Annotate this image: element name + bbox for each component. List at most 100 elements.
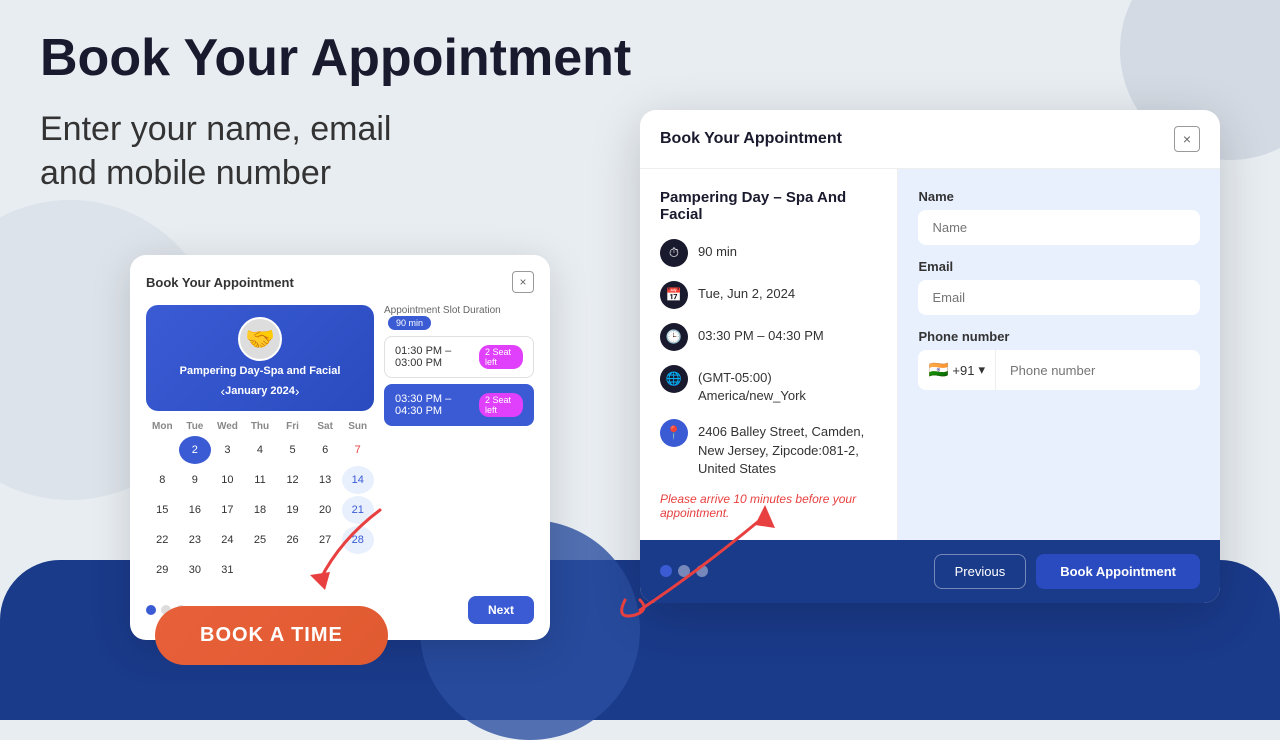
cal-week-5: 29 30 31 [146, 556, 374, 584]
name-label: Name [918, 189, 1200, 204]
cal-cell-24[interactable]: 24 [211, 526, 243, 554]
appointment-info-panel: Pampering Day – Spa And Facial ⏱ 90 min … [640, 169, 898, 540]
appt-date-text: Tue, Jun 2, 2024 [698, 281, 795, 303]
cal-cell-5[interactable]: 5 [277, 436, 309, 464]
next-button[interactable]: Next [468, 596, 534, 624]
name-input[interactable] [918, 210, 1200, 245]
cal-cell-16[interactable]: 16 [179, 496, 211, 524]
email-label: Email [918, 259, 1200, 274]
phone-label: Phone number [918, 329, 1200, 344]
cal-cell-15[interactable]: 15 [146, 496, 178, 524]
phone-form-group: Phone number 🇮🇳 +91 ▾ [918, 329, 1200, 390]
small-modal-content: 🤝 Pampering Day-Spa and Facial ‹ January… [146, 305, 534, 586]
time-slot-1-time: 01:30 PM – 03:00 PM [395, 345, 479, 369]
day-thu: Thu [244, 421, 277, 432]
time-slots-panel: Appointment Slot Duration 90 min 01:30 P… [384, 305, 534, 586]
day-sun: Sun [341, 421, 374, 432]
cal-cell-23[interactable]: 23 [179, 526, 211, 554]
appt-detail-location: 📍 2406 Balley Street, Camden, New Jersey… [660, 419, 877, 478]
large-modal-title: Book Your Appointment [660, 130, 842, 148]
appt-detail-time: 🕒 03:30 PM – 04:30 PM [660, 323, 877, 351]
footer-buttons: Previous Book Appointment [934, 554, 1200, 589]
calendar-month: January 2024 [225, 385, 295, 397]
small-modal: Book Your Appointment × 🤝 Pampering Day-… [130, 255, 550, 640]
large-modal: Book Your Appointment × Pampering Day – … [640, 110, 1220, 603]
time-icon: 🕒 [660, 323, 688, 351]
footer-pagination-dots [660, 565, 708, 577]
cal-cell-7[interactable]: 7 [342, 436, 374, 464]
time-slot-1[interactable]: 01:30 PM – 03:00 PM 2 Seat left [384, 336, 534, 378]
cal-cell-27[interactable]: 27 [309, 526, 341, 554]
previous-button[interactable]: Previous [934, 554, 1027, 589]
cal-cell-28[interactable]: 28 [342, 526, 374, 554]
cal-cell-25[interactable]: 25 [244, 526, 276, 554]
footer-dot-3 [696, 565, 708, 577]
cal-cell-empty2 [277, 556, 309, 584]
location-icon: 📍 [660, 419, 688, 447]
large-modal-footer: Previous Book Appointment [640, 540, 1220, 603]
duration-icon: ⏱ [660, 239, 688, 267]
cal-cell-13[interactable]: 13 [309, 466, 341, 494]
time-slot-2[interactable]: 03:30 PM – 04:30 PM 2 Seat left [384, 384, 534, 426]
dropdown-arrow-icon: ▾ [978, 362, 985, 378]
appointment-service-title: Pampering Day – Spa And Facial [660, 189, 877, 223]
phone-input[interactable] [996, 353, 1200, 388]
cal-cell-20[interactable]: 20 [309, 496, 341, 524]
cal-week-2: 8 9 10 11 12 13 14 [146, 466, 374, 494]
book-time-button[interactable]: BOOK A TIME [155, 606, 388, 665]
cal-cell-29[interactable]: 29 [146, 556, 178, 584]
cal-cell-18[interactable]: 18 [244, 496, 276, 524]
cal-cell-8[interactable]: 8 [146, 466, 178, 494]
small-modal-close-button[interactable]: × [512, 271, 534, 293]
appt-duration-text: 90 min [698, 239, 737, 261]
cal-cell-17[interactable]: 17 [211, 496, 243, 524]
cal-week-4: 22 23 24 25 26 27 28 [146, 526, 374, 554]
cal-cell-11[interactable]: 11 [244, 466, 276, 494]
cal-cell-6[interactable]: 6 [309, 436, 341, 464]
date-icon: 📅 [660, 281, 688, 309]
large-modal-body: Pampering Day – Spa And Facial ⏱ 90 min … [640, 169, 1220, 540]
cal-cell-19[interactable]: 19 [277, 496, 309, 524]
day-tue: Tue [179, 421, 212, 432]
appt-timezone-text: (GMT-05:00) America/new_York [698, 365, 877, 405]
calendar-nav: ‹ January 2024 › [220, 383, 299, 399]
cal-cell-9[interactable]: 9 [179, 466, 211, 494]
seat-badge-2: 2 Seat left [479, 393, 523, 417]
email-input[interactable] [918, 280, 1200, 315]
cal-cell-3[interactable]: 3 [211, 436, 243, 464]
calendar-day-names: Mon Tue Wed Thu Fri Sat Sun [146, 421, 374, 432]
cal-cell-31[interactable]: 31 [211, 556, 243, 584]
day-fri: Fri [276, 421, 309, 432]
avatar: 🤝 [238, 317, 282, 361]
cal-cell-21[interactable]: 21 [342, 496, 374, 524]
seat-badge-1: 2 Seat left [479, 345, 523, 369]
next-month-button[interactable]: › [295, 383, 300, 399]
cal-cell-10[interactable]: 10 [211, 466, 243, 494]
cal-cell-22[interactable]: 22 [146, 526, 178, 554]
left-section: Book Your Appointment Enter your name, e… [40, 30, 631, 196]
dot-1 [146, 605, 156, 615]
cal-cell-empty4 [342, 556, 374, 584]
main-title: Book Your Appointment [40, 30, 631, 87]
footer-dot-1 [660, 565, 672, 577]
cal-cell-4[interactable]: 4 [244, 436, 276, 464]
cal-cell-2[interactable]: 2 [179, 436, 211, 464]
appt-detail-timezone: 🌐 (GMT-05:00) America/new_York [660, 365, 877, 405]
calendar-grid: Mon Tue Wed Thu Fri Sat Sun 2 3 4 5 6 7 [146, 421, 374, 584]
cal-cell-14[interactable]: 14 [342, 466, 374, 494]
cal-cell-12[interactable]: 12 [277, 466, 309, 494]
large-modal-close-button[interactable]: × [1174, 126, 1200, 152]
book-appointment-button[interactable]: Book Appointment [1036, 554, 1200, 589]
small-modal-header: Book Your Appointment × [146, 271, 534, 293]
cal-cell[interactable] [146, 436, 178, 464]
day-wed: Wed [211, 421, 244, 432]
cal-cell-empty3 [309, 556, 341, 584]
large-modal-header: Book Your Appointment × [640, 110, 1220, 169]
booking-form-panel: Name Email Phone number 🇮🇳 +91 ▾ [898, 169, 1220, 540]
cal-cell-30[interactable]: 30 [179, 556, 211, 584]
time-slot-2-time: 03:30 PM – 04:30 PM [395, 393, 479, 417]
calendar-side: 🤝 Pampering Day-Spa and Facial ‹ January… [146, 305, 374, 586]
country-code-selector[interactable]: 🇮🇳 +91 ▾ [918, 350, 996, 390]
cal-cell-26[interactable]: 26 [277, 526, 309, 554]
appt-detail-duration: ⏱ 90 min [660, 239, 877, 267]
